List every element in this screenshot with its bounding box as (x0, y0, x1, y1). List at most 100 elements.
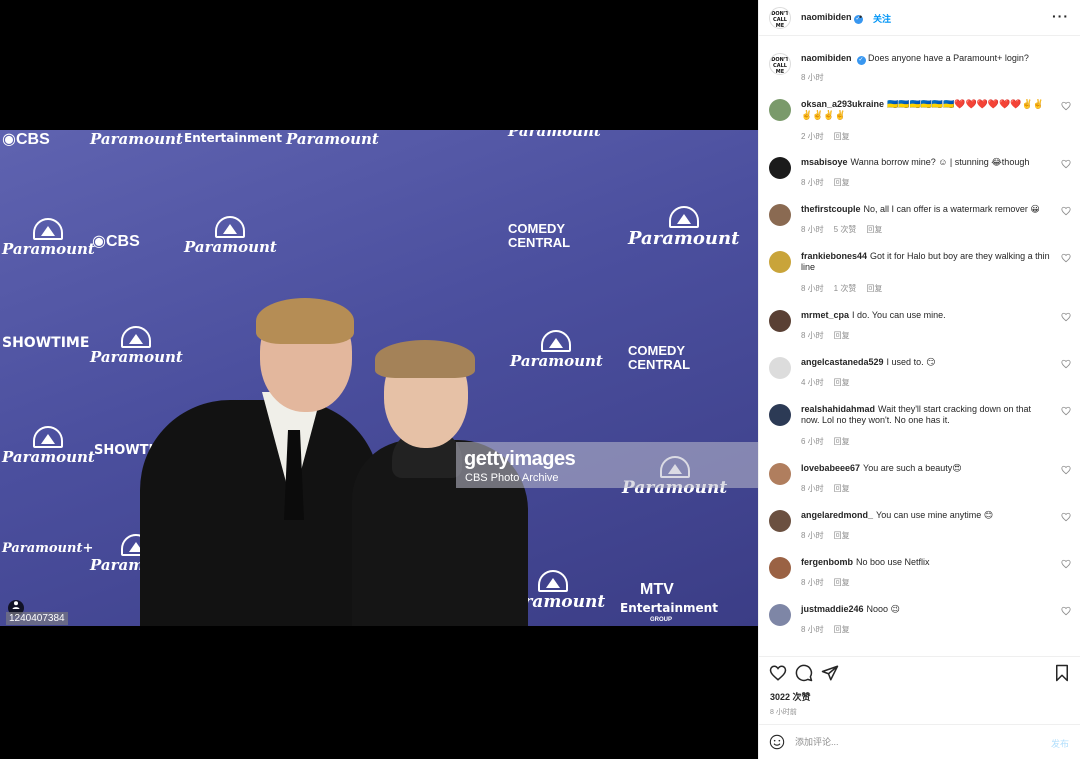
comedy-central-logo: COMEDY CENTRAL (628, 343, 691, 372)
paramount-logo: Paramount (184, 216, 277, 255)
reply-button[interactable]: 回复 (834, 132, 850, 141)
avatar[interactable] (769, 157, 791, 179)
comment-username[interactable]: oksan_a293ukraine (801, 99, 884, 109)
heart-icon[interactable] (1061, 206, 1071, 216)
heart-icon[interactable] (1061, 253, 1071, 263)
comment-username[interactable]: mrmet_cpa (801, 310, 849, 320)
comment-username[interactable]: angelaredmond_ (801, 510, 873, 520)
avatar[interactable] (769, 99, 791, 121)
reply-button[interactable]: 回复 (834, 578, 850, 587)
header-username[interactable]: naomibiden ✓ (801, 12, 863, 24)
comment-text: No, all I can offer is a watermark remov… (863, 204, 1040, 214)
reply-button[interactable]: 回复 (834, 437, 850, 446)
avatar[interactable] (769, 357, 791, 379)
emoji-icon[interactable] (769, 734, 785, 750)
paramount-logo: Paramount (90, 326, 183, 365)
comment-text: No boo use Netflix (856, 557, 930, 567)
comments-list[interactable]: DON'T CALL ME BABY naomibiden ✓ Does anyo… (759, 37, 1080, 655)
post-photo[interactable]: ◉CBS Paramount Entertainment Paramount P… (0, 130, 758, 626)
comment-input[interactable] (795, 733, 1035, 751)
avatar[interactable]: DON'T CALL ME BABY (769, 53, 791, 75)
separator-dot: • (859, 12, 863, 22)
reply-button[interactable]: 回复 (866, 225, 882, 234)
reply-button[interactable]: 回复 (866, 284, 882, 293)
follow-button[interactable]: 关注 (873, 12, 891, 25)
avatar[interactable] (769, 557, 791, 579)
comment-composer: 发布 (759, 724, 1080, 759)
paramount-logo: Paramount (90, 130, 183, 148)
heart-icon[interactable] (1061, 559, 1071, 569)
entertainment-logo: Entertainment (184, 131, 282, 145)
paramount-logo: Paramount (2, 218, 95, 257)
comment-time: 8 小时 (801, 625, 824, 634)
reply-button[interactable]: 回复 (834, 378, 850, 387)
comment-username[interactable]: frankiebones44 (801, 251, 867, 261)
comment-username[interactable]: realshahidahmad (801, 404, 875, 414)
paramount-logo: Paramount (628, 206, 739, 248)
comment-time: 8 小时 (801, 531, 824, 540)
post-sidebar: DON'T CALL ME BABY naomibiden✓ • 关注 ··· … (758, 0, 1080, 759)
comment-username[interactable]: msabisoye (801, 157, 848, 167)
comment-username[interactable]: angelcastaneda529 (801, 357, 884, 367)
paramount-plus-logo: Paramount+ (2, 541, 94, 556)
cbs-logo: ◉CBS (2, 131, 50, 148)
comment-username[interactable]: justmaddie246 (801, 604, 864, 614)
woman-hair (375, 340, 475, 378)
comment-time: 4 小时 (801, 378, 824, 387)
comment-text: Nooo 😉 (866, 604, 900, 614)
posted-time: 8 小时前 (770, 709, 797, 716)
reply-button[interactable]: 回复 (834, 625, 850, 634)
photo-id: 1240407384 (6, 612, 68, 625)
heart-icon[interactable] (1061, 159, 1071, 169)
comment-username[interactable]: thefirstcouple (801, 204, 861, 214)
heart-icon[interactable] (1061, 312, 1071, 322)
comment-icon[interactable] (795, 664, 813, 682)
verified-icon: ✓ (856, 56, 866, 65)
avatar[interactable] (769, 251, 791, 273)
comment-username[interactable]: lovebabeee67 (801, 463, 860, 473)
getty-watermark: gettyimages CBS Photo Archive (456, 442, 758, 488)
comment-likes[interactable]: 5 次赞 (834, 225, 857, 234)
mtv-entertainment-logo: Entertainment (620, 601, 718, 615)
comment-time: 8 小时 (801, 178, 824, 187)
likes-count[interactable]: 3022 次赞 (770, 690, 811, 703)
avatar[interactable] (769, 510, 791, 532)
heart-icon[interactable] (1061, 606, 1071, 616)
avatar[interactable] (769, 310, 791, 332)
heart-icon[interactable] (1061, 512, 1071, 522)
paramount-logo: Paramount (2, 426, 95, 465)
getty-brand: gettyimages (464, 448, 576, 470)
comedy-central-logo: COMEDY CENTRAL (508, 221, 571, 250)
post-comment-button[interactable]: 发布 (1051, 737, 1069, 750)
reply-button[interactable]: 回复 (834, 331, 850, 340)
comment-username[interactable]: fergenbomb (801, 557, 853, 567)
caption-time: 8 小时 (801, 73, 824, 82)
comment-likes[interactable]: 1 次赞 (834, 284, 857, 293)
comment-text: I used to. 😏 (886, 357, 936, 367)
heart-icon[interactable] (769, 664, 787, 682)
avatar[interactable] (769, 604, 791, 626)
bookmark-icon[interactable] (1053, 664, 1071, 682)
comment-time: 8 小时 (801, 284, 824, 293)
share-icon[interactable] (821, 664, 839, 682)
comment-time: 8 小时 (801, 578, 824, 587)
heart-icon[interactable] (1061, 406, 1071, 416)
heart-icon[interactable] (1061, 359, 1071, 369)
comment-time: 8 小时 (801, 331, 824, 340)
more-options-icon[interactable]: ··· (1052, 8, 1069, 24)
comment-text: Wanna borrow mine? ☺ | stunning 😂though (850, 157, 1030, 167)
post-header: DON'T CALL ME BABY naomibiden✓ • 关注 ··· (759, 0, 1080, 36)
caption-username[interactable]: naomibiden (801, 53, 852, 63)
avatar[interactable] (769, 463, 791, 485)
avatar[interactable]: DON'T CALL ME BABY (769, 7, 791, 29)
comment-text: You can use mine anytime 😊 (876, 510, 994, 520)
man-hair (256, 298, 354, 344)
reply-button[interactable]: 回复 (834, 178, 850, 187)
avatar[interactable] (769, 204, 791, 226)
reply-button[interactable]: 回复 (834, 484, 850, 493)
avatar[interactable] (769, 404, 791, 426)
reply-button[interactable]: 回复 (834, 531, 850, 540)
heart-icon[interactable] (1061, 101, 1071, 111)
heart-icon[interactable] (1061, 465, 1071, 475)
paramount-logo: Paramount (508, 130, 601, 140)
